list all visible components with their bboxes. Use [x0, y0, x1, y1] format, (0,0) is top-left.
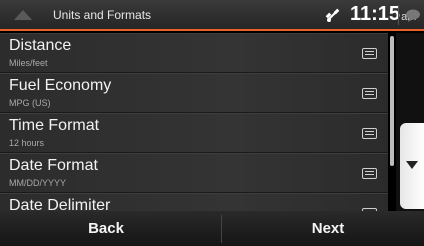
- list-menu-icon[interactable]: [362, 88, 377, 99]
- setting-row-fuel-economy[interactable]: Fuel Economy MPG (US): [0, 73, 388, 113]
- header-divider: [398, 5, 399, 25]
- list-menu-icon[interactable]: [362, 168, 377, 179]
- scrollbar[interactable]: [390, 36, 394, 166]
- gps-satellite-icon: [325, 8, 340, 22]
- header-bar: Units and Formats 11:15am: [0, 0, 424, 31]
- list-menu-icon[interactable]: [362, 128, 377, 139]
- footer-bar: Back Next: [0, 211, 424, 246]
- setting-label: Fuel Economy: [9, 77, 112, 94]
- setting-value: MM/DD/YYYY: [9, 178, 67, 188]
- setting-row-time-format[interactable]: Time Format 12 hours: [0, 113, 388, 153]
- up-arrow-icon[interactable]: [12, 7, 34, 23]
- next-button[interactable]: Next: [222, 211, 424, 246]
- setting-label: Time Format: [9, 117, 100, 134]
- scroll-down-button[interactable]: [400, 123, 424, 209]
- setting-row-date-format[interactable]: Date Format MM/DD/YYYY: [0, 153, 388, 193]
- back-button[interactable]: Back: [0, 211, 212, 246]
- down-arrow-icon: [406, 161, 418, 169]
- message-icon[interactable]: [405, 9, 421, 22]
- setting-label: Date Delimiter: [9, 197, 111, 211]
- setting-label: Distance: [9, 37, 72, 54]
- setting-value: Miles/feet: [9, 58, 48, 68]
- settings-list: Distance Miles/feet Fuel Economy MPG (US…: [0, 33, 388, 211]
- setting-row-distance[interactable]: Distance Miles/feet: [0, 33, 388, 73]
- list-menu-icon[interactable]: [362, 48, 377, 59]
- setting-value: MPG (US): [9, 98, 51, 108]
- setting-value: 12 hours: [9, 138, 45, 148]
- page-title: Units and Formats: [53, 8, 152, 22]
- setting-label: Date Format: [9, 157, 98, 174]
- clock-time: 11:15: [350, 3, 401, 25]
- setting-row-date-delimiter[interactable]: Date Delimiter: [0, 193, 388, 211]
